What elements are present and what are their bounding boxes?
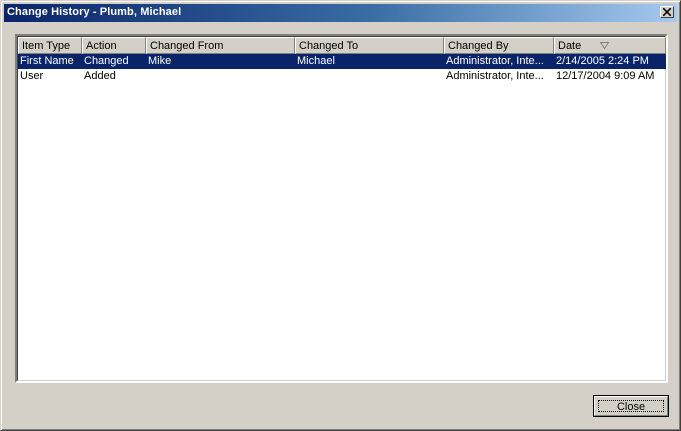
column-header-date[interactable]: Date bbox=[554, 37, 666, 54]
title-bar[interactable]: Change History - Plumb, Michael bbox=[4, 4, 677, 22]
column-header-label: Action bbox=[86, 40, 117, 52]
cell-action: Added bbox=[84, 70, 116, 82]
table-row[interactable]: First Name Changed Mike Michael Administ… bbox=[18, 54, 666, 69]
column-header-action[interactable]: Action bbox=[82, 37, 146, 54]
sort-descending-icon bbox=[600, 42, 609, 49]
table-row[interactable]: User Added Administrator, Inte... 12/17/… bbox=[18, 69, 666, 84]
column-header-changed-from[interactable]: Changed From bbox=[146, 37, 295, 54]
column-header-label: Changed To bbox=[299, 40, 359, 52]
change-history-dialog: Change History - Plumb, Michael Item Typ… bbox=[0, 0, 681, 431]
cell-changed-to: Michael bbox=[297, 55, 335, 67]
column-header-changed-by[interactable]: Changed By bbox=[444, 37, 554, 54]
cell-item-type: First Name bbox=[20, 55, 74, 67]
column-header-label: Date bbox=[558, 40, 582, 52]
column-header-label: Item Type bbox=[22, 40, 71, 52]
cell-changed-by: Administrator, Inte... bbox=[446, 70, 544, 82]
cell-item-type: User bbox=[20, 70, 44, 82]
column-header-label: Changed From bbox=[150, 40, 224, 52]
close-button-label: Close bbox=[616, 401, 646, 413]
title-close-button[interactable] bbox=[660, 6, 674, 18]
list-header: Item Type Action Changed From Changed To… bbox=[18, 37, 666, 54]
cell-date: 12/17/2004 9:09 AM bbox=[556, 70, 655, 82]
column-header-item-type[interactable]: Item Type bbox=[18, 37, 82, 54]
cell-date: 2/14/2005 2:24 PM bbox=[556, 55, 649, 67]
cell-changed-by: Administrator, Inte... bbox=[446, 55, 544, 67]
column-header-changed-to[interactable]: Changed To bbox=[295, 37, 444, 54]
cell-action: Changed bbox=[84, 55, 129, 67]
column-header-label: Changed By bbox=[448, 40, 509, 52]
cell-changed-from: Mike bbox=[148, 55, 172, 67]
change-history-list[interactable]: Item Type Action Changed From Changed To… bbox=[15, 34, 668, 383]
close-icon bbox=[663, 8, 671, 16]
close-button[interactable]: Close bbox=[593, 395, 669, 417]
dialog-title: Change History - Plumb, Michael bbox=[7, 6, 182, 18]
